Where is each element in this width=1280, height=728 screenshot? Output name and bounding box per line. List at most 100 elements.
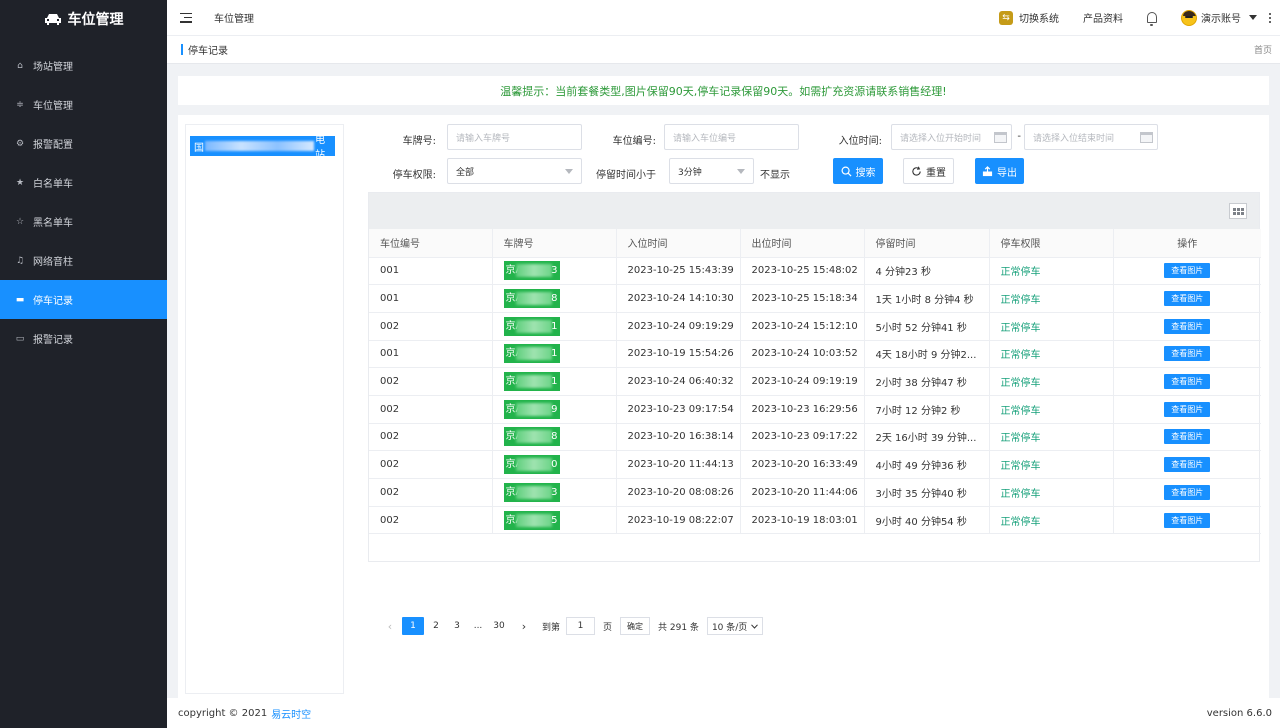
switch-system-label: 切换系统 [1019, 14, 1059, 25]
cell-plate: 京A 0 [492, 450, 617, 479]
footer: copyright © 2021 易云时空 version 6.6.0 [167, 698, 1280, 728]
permission-select[interactable]: 全部 [447, 158, 582, 184]
cell-permission: 正常停车 [989, 506, 1114, 535]
page-size-select[interactable]: 10 条/页 [706, 617, 764, 635]
goto-confirm-button[interactable]: 确定 [620, 617, 651, 635]
page-unit: 页 [603, 622, 613, 633]
sidebar-item-0[interactable]: ⌂ 场站管理 [0, 46, 167, 85]
cell-action: 查看图片 [1113, 284, 1261, 313]
cell-stay-time: 2小时 38 分钟47 秒 [864, 367, 990, 396]
cell-entry-time: 2023-10-24 14:10:30 [616, 284, 741, 313]
plate-input[interactable]: 请输入车牌号 [447, 124, 582, 150]
view-image-button[interactable]: 查看图片 [1164, 263, 1211, 279]
switch-system-button[interactable]: ⇆ 切换系统 [999, 10, 1059, 25]
calendar-icon [1140, 132, 1153, 143]
permission-label: 停车权限: [392, 170, 436, 181]
version-text: version 6.6.0 [1206, 707, 1272, 719]
cell-stay-time: 5小时 52 分钟41 秒 [864, 312, 990, 341]
cell-plate: 京A 8 [492, 284, 617, 313]
view-image-button[interactable]: 查看图片 [1164, 512, 1211, 528]
goto-label: 到第 [542, 622, 561, 633]
page-number[interactable]: 30 [490, 617, 508, 635]
bell-icon: ♫ [15, 255, 25, 266]
reset-button[interactable]: 重置 [903, 158, 954, 184]
view-image-button[interactable]: 查看图片 [1164, 401, 1211, 417]
entry-start-input[interactable]: 请选择入位开始时间 [891, 124, 1012, 150]
table-row: 002 京A 9 2023-10-23 09:17:54 2023-10-23 16:2… [369, 395, 1261, 424]
home-link[interactable]: 首页 [1254, 43, 1272, 56]
export-button[interactable]: 导出 [975, 158, 1024, 184]
cell-permission: 正常停车 [989, 367, 1114, 396]
tree-node-station[interactable]: 国 电站 [190, 136, 335, 156]
menu-toggle-icon[interactable] [180, 12, 192, 23]
plate-badge: 京A 8 [503, 427, 560, 447]
view-image-button[interactable]: 查看图片 [1164, 429, 1211, 445]
cell-plate: 京A 8 [492, 423, 617, 452]
column-header: 出位时间 [740, 229, 865, 258]
records-panel: 车牌号: 请输入车牌号 车位编号: 请输入车位编号 入位时间: 请选择入位开始时… [362, 115, 1269, 698]
cell-plate: 京A 1 [492, 312, 617, 341]
table-row: 001 京A 8 2023-10-24 14:10:30 2023-10-25 15:1… [369, 284, 1261, 313]
cell-plate: 京A 1 [492, 340, 617, 369]
cell-entry-time: 2023-10-20 16:38:14 [616, 423, 741, 452]
message-icon: ▬ [15, 294, 25, 305]
header-title: 车位管理 [214, 14, 254, 25]
entry-end-input[interactable]: 请选择入位结束时间 [1024, 124, 1158, 150]
view-image-button[interactable]: 查看图片 [1164, 374, 1211, 390]
column-header: 入位时间 [616, 229, 741, 258]
sliders-icon: ≑ [16, 99, 24, 110]
sidebar-item-7[interactable]: ▭ 报警记录 [0, 319, 167, 358]
cell-exit-time: 2023-10-24 09:19:19 [740, 367, 865, 396]
stay-time-select[interactable]: 3分钟 [669, 158, 754, 184]
space-input[interactable]: 请输入车位编号 [664, 124, 799, 150]
page-number[interactable]: 3 [448, 617, 466, 635]
search-button[interactable]: 搜索 [833, 158, 883, 184]
sidebar-item-6[interactable]: ▬ 停车记录 [0, 280, 167, 319]
cell-entry-time: 2023-10-20 08:08:26 [616, 478, 741, 507]
sidebar-item-1[interactable]: ≑ 车位管理 [0, 85, 167, 124]
sidebar-item-4[interactable]: ☆ 黑名单车 [0, 202, 167, 241]
cell-stay-time: 4小时 49 分钟36 秒 [864, 450, 990, 479]
sidebar-item-5[interactable]: ♫ 网络音柱 [0, 241, 167, 280]
next-page-icon[interactable]: › [515, 617, 533, 635]
cell-action: 查看图片 [1113, 395, 1261, 424]
caret-down-icon [1249, 15, 1257, 20]
goto-page-input[interactable]: 1 [566, 617, 596, 635]
sidebar-item-2[interactable]: ⚙ 报警配置 [0, 124, 167, 163]
account-menu[interactable]: 演示账号 [1181, 9, 1257, 26]
plate-badge: 京A 1 [503, 344, 560, 364]
page-number[interactable]: 1 [402, 617, 424, 635]
cell-exit-time: 2023-10-25 15:48:02 [740, 257, 865, 286]
cell-stay-time: 3小时 35 分钟40 秒 [864, 478, 990, 507]
view-image-button[interactable]: 查看图片 [1164, 346, 1211, 362]
app-title: 车位管理 [67, 12, 124, 28]
view-image-button[interactable]: 查看图片 [1164, 318, 1211, 334]
table-body: 001 京A 3 2023-10-25 15:43:39 2023-10-25 15:4… [369, 257, 1261, 535]
sidebar-item-3[interactable]: ★ 白名单车 [0, 163, 167, 202]
product-docs-link[interactable]: 产品资料 [1083, 10, 1123, 25]
app-logo[interactable]: 车位管理 [0, 0, 167, 38]
records-table: 车位编号 车牌号 入位时间 出位时间 停留时间 停车权限 操作 001 京A 3 2023-10-… [369, 229, 1261, 535]
bell-icon[interactable] [1147, 12, 1157, 26]
view-image-button[interactable]: 查看图片 [1164, 291, 1211, 307]
view-image-button[interactable]: 查看图片 [1164, 484, 1211, 500]
table-row: 001 京A 1 2023-10-19 15:54:26 2023-10-24 10:0… [369, 340, 1261, 369]
brand-link[interactable]: 易云时空 [271, 706, 311, 721]
star-filled-icon: ★ [15, 177, 25, 188]
breadcrumb-tab[interactable]: 停车记录 [181, 42, 228, 57]
plate-badge: 京A 1 [503, 316, 560, 336]
columns-grid-icon[interactable] [1229, 203, 1247, 219]
cell-action: 查看图片 [1113, 340, 1261, 369]
cell-space: 001 [369, 257, 493, 286]
cell-space: 002 [369, 450, 493, 479]
prev-page-icon[interactable]: ‹ [381, 617, 399, 635]
star-outline-icon: ☆ [15, 216, 25, 227]
view-image-button[interactable]: 查看图片 [1164, 457, 1211, 473]
cell-action: 查看图片 [1113, 478, 1261, 507]
column-header: 停留时间 [864, 229, 990, 258]
chevron-down-icon [751, 623, 759, 629]
more-vertical-icon[interactable] [1269, 12, 1272, 23]
copyright-text: copyright © 2021 [178, 707, 268, 719]
page-number[interactable]: 2 [427, 617, 445, 635]
cell-space: 001 [369, 340, 493, 369]
